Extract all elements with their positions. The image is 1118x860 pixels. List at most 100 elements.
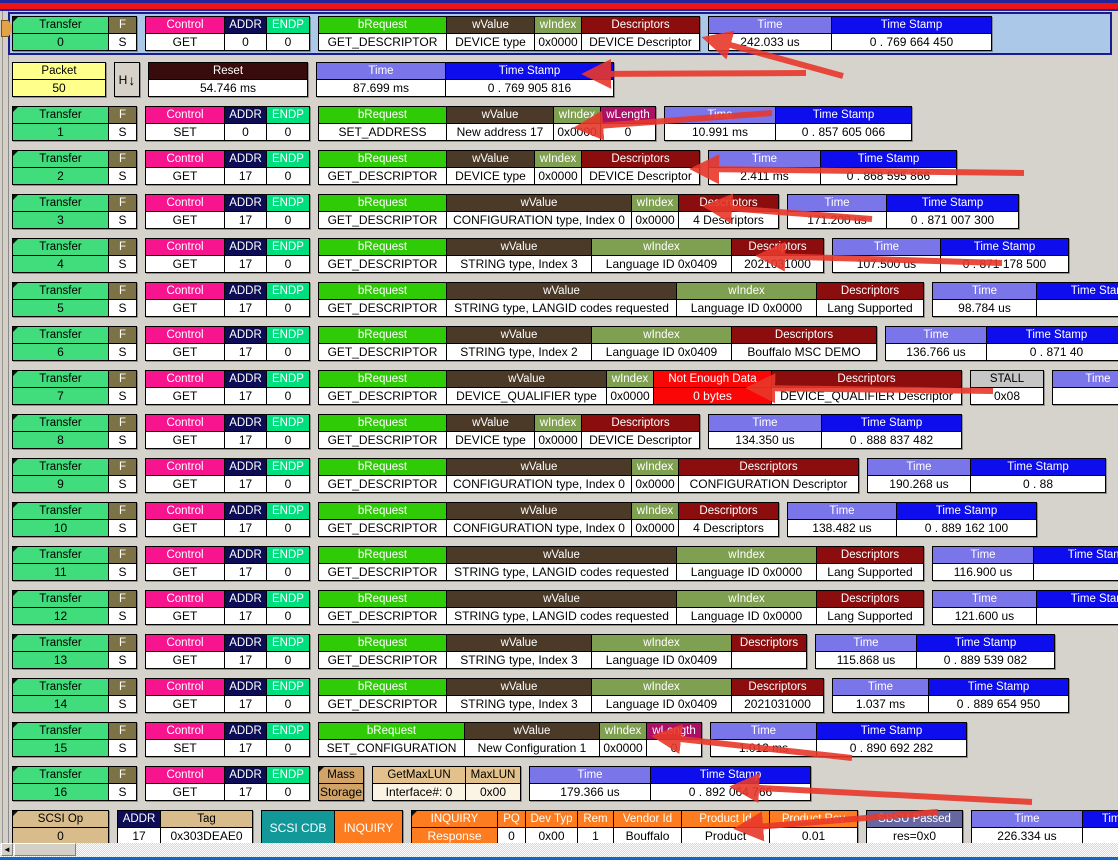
cell-descriptors[interactable]: Descriptors2021031000: [731, 679, 823, 712]
expand-triangle-icon[interactable]: [13, 459, 18, 464]
cell-time-stamp[interactable]: Time Stamp0 . 871 007 300: [886, 195, 1018, 228]
transfer-2-row[interactable]: Transfer2FSControlGETADDR17ENDP0bRequest…: [12, 150, 957, 185]
cell-brequest[interactable]: bRequestGET_DESCRIPTOR: [319, 459, 446, 492]
cell-endp[interactable]: ENDP0: [266, 415, 309, 448]
expand-triangle-icon[interactable]: [13, 635, 18, 640]
cell-control[interactable]: ControlGET: [146, 371, 224, 404]
cell-transfer[interactable]: Transfer3: [13, 195, 108, 228]
cell-addr[interactable]: ADDR17: [224, 195, 266, 228]
cell-mass[interactable]: MassStorage: [319, 767, 363, 800]
cell-control[interactable]: ControlGET: [146, 767, 224, 800]
cell-control[interactable]: ControlGET: [146, 547, 224, 580]
cell-time-stamp[interactable]: Time Stamp0 . 892 064 766: [650, 767, 810, 800]
expand-triangle-icon[interactable]: [13, 591, 18, 596]
cell-time[interactable]: Time242.033 us: [709, 17, 831, 50]
transfer-12-row[interactable]: Transfer12FSControlGETADDR17ENDP0bReques…: [12, 590, 1118, 625]
cell-wvalue[interactable]: wValueNew address 17: [446, 107, 553, 140]
expand-triangle-icon[interactable]: [13, 723, 18, 728]
cell-addr[interactable]: ADDR17: [224, 547, 266, 580]
cell-wvalue[interactable]: wValueSTRING type, Index 3: [446, 679, 591, 712]
cell-transfer[interactable]: Transfer6: [13, 327, 108, 360]
cell-time-stamp[interactable]: Time Stamp0 . 868 595 866: [820, 151, 956, 184]
transfer-14-row[interactable]: Transfer14FSControlGETADDR17ENDP0bReques…: [12, 678, 1069, 713]
cell-wvalue[interactable]: wValueDEVICE type: [446, 415, 534, 448]
cell-brequest[interactable]: bRequestGET_DESCRIPTOR: [319, 547, 446, 580]
cell-scsi-op[interactable]: SCSI Op0: [13, 811, 108, 844]
expand-triangle-icon[interactable]: [13, 283, 18, 288]
cell-transfer[interactable]: Transfer15: [13, 723, 108, 756]
cell-time[interactable]: Time138.482 us: [788, 503, 896, 536]
cell-product-rev[interactable]: Product Rev0.01: [769, 811, 857, 844]
transfer-8-row[interactable]: Transfer8FSControlGETADDR17ENDP0bRequest…: [12, 414, 962, 449]
cell-f[interactable]: FS: [108, 327, 136, 360]
cell-transfer[interactable]: Transfer7: [13, 371, 108, 404]
expand-triangle-icon[interactable]: [13, 239, 18, 244]
cell-time[interactable]: Time98.784 us: [933, 283, 1036, 316]
cell-endp[interactable]: ENDP0: [266, 371, 309, 404]
cell-packet[interactable]: Packet50: [13, 63, 105, 96]
cell-windex[interactable]: wIndexLanguage ID 0x0409: [591, 635, 731, 668]
cell-time-stamp[interactable]: Time Stamp0 . 769 905 816: [445, 63, 613, 96]
cell-time[interactable]: Time2.411 ms: [709, 151, 820, 184]
cell-brequest[interactable]: bRequestGET_DESCRIPTOR: [319, 591, 446, 624]
cell-windex[interactable]: wIndex0x0000: [631, 195, 678, 228]
cell-time-stamp[interactable]: Time Stamp0 . 871 178 500: [940, 239, 1068, 272]
cell-control[interactable]: ControlGET: [146, 239, 224, 272]
cell-product-id[interactable]: Product IdProduct: [681, 811, 769, 844]
cell-f[interactable]: FS: [108, 723, 136, 756]
transfer-4-row[interactable]: Transfer4FSControlGETADDR17ENDP0bRequest…: [12, 238, 1069, 273]
cell-transfer[interactable]: Transfer8: [13, 415, 108, 448]
cell-descriptors[interactable]: Descriptors2021031000: [731, 239, 823, 272]
cell-addr[interactable]: ADDR17: [224, 767, 266, 800]
cell-wvalue[interactable]: wValueSTRING type, LANGID codes requeste…: [446, 591, 676, 624]
scrollbar-left-arrow-icon[interactable]: ◄: [1, 843, 13, 856]
cell-endp[interactable]: ENDP0: [266, 547, 309, 580]
cell-descriptors[interactable]: Descriptors: [731, 635, 806, 668]
cell-wvalue[interactable]: wValueSTRING type, Index 3: [446, 635, 591, 668]
cell-f[interactable]: FS: [108, 503, 136, 536]
cell-windex[interactable]: wIndex0x0000: [631, 503, 678, 536]
cell-f[interactable]: FS: [108, 195, 136, 228]
expand-triangle-icon[interactable]: [13, 503, 18, 508]
transfer-9-row[interactable]: Transfer9FSControlGETADDR17ENDP0bRequest…: [12, 458, 1106, 493]
cell-f[interactable]: FS: [108, 371, 136, 404]
cell-time-stamp[interactable]: Time Stamp0 . 889 539 082: [916, 635, 1054, 668]
cell-time[interactable]: Time1.012 ms: [711, 723, 816, 756]
cell-addr[interactable]: ADDR17: [224, 239, 266, 272]
cell-brequest[interactable]: bRequestSET_ADDRESS: [319, 107, 446, 140]
cell-addr[interactable]: ADDR17: [224, 723, 266, 756]
cell-endp[interactable]: ENDP0: [266, 283, 309, 316]
cell-f[interactable]: FS: [108, 283, 136, 316]
cell-wvalue[interactable]: wValueSTRING type, LANGID codes requeste…: [446, 547, 676, 580]
cell-endp[interactable]: ENDP0: [266, 635, 309, 668]
cell-f[interactable]: FS: [108, 679, 136, 712]
transfer-0-row[interactable]: Transfer0FSControlGETADDR0ENDP0bRequestG…: [12, 16, 992, 51]
transfer-16-row[interactable]: Transfer16FSControlGETADDR17ENDP0MassSto…: [12, 766, 811, 801]
cell-addr[interactable]: ADDR17: [224, 591, 266, 624]
cell-pq[interactable]: PQ0: [497, 811, 525, 844]
expand-triangle-icon[interactable]: [13, 767, 18, 772]
cell-time-stamp[interactable]: Time Stamp0 . 88: [970, 459, 1105, 492]
cell-control[interactable]: ControlGET: [146, 503, 224, 536]
cell-vendor-id[interactable]: Vendor IdBouffalo: [613, 811, 681, 844]
cell-transfer[interactable]: Transfer10: [13, 503, 108, 536]
cell-wvalue[interactable]: wValueCONFIGURATION type, Index 0: [446, 503, 631, 536]
cell-endp[interactable]: ENDP0: [266, 107, 309, 140]
cell-inquiry[interactable]: INQUIRYResponse: [412, 811, 497, 844]
expand-triangle-icon[interactable]: [13, 371, 18, 376]
cell-stall[interactable]: STALL0x08: [971, 371, 1043, 404]
cell-dev-typ[interactable]: Dev Typ0x00: [525, 811, 577, 844]
cell-brequest[interactable]: bRequestGET_DESCRIPTOR: [319, 239, 446, 272]
cell-windex[interactable]: wIndexLanguage ID 0x0000: [676, 283, 816, 316]
cell-addr[interactable]: ADDR17: [224, 679, 266, 712]
cell-wvalue[interactable]: wValueDEVICE_QUALIFIER type: [446, 371, 606, 404]
cell-windex[interactable]: wIndex0x0000: [534, 17, 581, 50]
cell-transfer[interactable]: Transfer4: [13, 239, 108, 272]
cell-addr[interactable]: ADDR17: [224, 151, 266, 184]
cell-descriptors[interactable]: DescriptorsDEVICE_QUALIFIER Descriptor: [771, 371, 961, 404]
cell-f[interactable]: FS: [108, 107, 136, 140]
expand-triangle-icon[interactable]: [319, 767, 324, 772]
cell-wvalue[interactable]: wValueSTRING type, Index 3: [446, 239, 591, 272]
cell-time-stamp[interactable]: Time Stamp: [1036, 283, 1118, 316]
cell-wvalue[interactable]: wValueCONFIGURATION type, Index 0: [446, 459, 631, 492]
